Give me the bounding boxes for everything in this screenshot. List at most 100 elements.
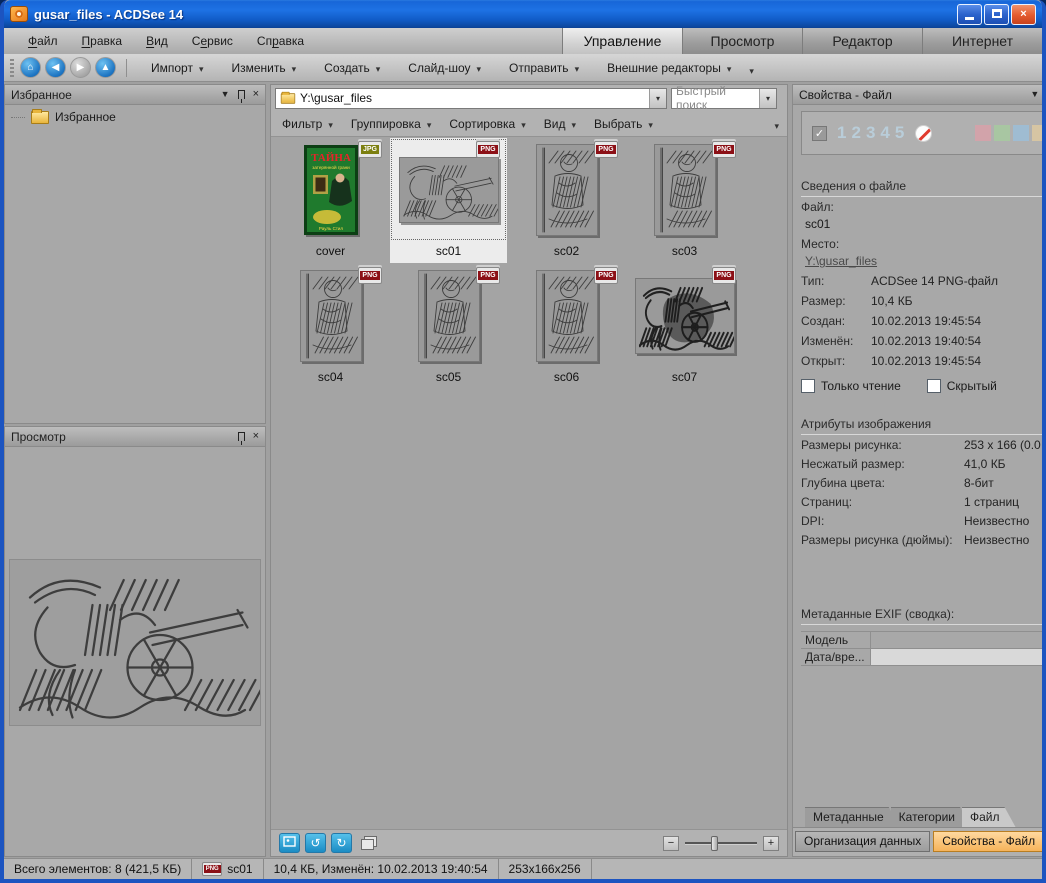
rotate-left-icon[interactable]: ↺ (305, 833, 326, 853)
toolbar-dropdown-Внешние редакторы[interactable]: Внешние редакторы (593, 57, 745, 79)
path-dropdown-icon[interactable]: ▾ (649, 89, 666, 108)
png-format-badge-icon: PNG (358, 267, 382, 284)
checkbox-box[interactable] (927, 379, 941, 393)
toolbar-dropdown-Слайд-шоу[interactable]: Слайд-шоу (394, 57, 495, 79)
filter-dropdown-Фильтр[interactable]: Фильтр (273, 113, 342, 135)
filter-dropdown-Выбрать[interactable]: Выбрать (585, 113, 662, 135)
thumbnail-image: ТАЙНА затерянной грани Рауль Стил (304, 145, 358, 235)
thumbnail-sc05[interactable]: PNG sc05 (390, 264, 507, 389)
file-info-field: Файл:sc01 (801, 197, 1046, 234)
preview-image[interactable] (9, 559, 261, 726)
maximize-button[interactable] (984, 4, 1009, 25)
thumbnail-sc01[interactable]: PNG sc01 (390, 138, 507, 263)
filter-dropdown-Группировка[interactable]: Группировка (342, 113, 441, 135)
copy-icon[interactable] (361, 836, 377, 850)
rating-digit-3[interactable]: 3 (866, 123, 876, 143)
toolbar-grip-handle[interactable] (10, 59, 14, 77)
properties-tab-Категории[interactable]: Категории (891, 807, 971, 827)
rating-digit-5[interactable]: 5 (895, 123, 905, 143)
image-attr-field: DPI:Неизвестно (801, 511, 1046, 530)
rotate-right-icon[interactable]: ↻ (331, 833, 352, 853)
pin-icon[interactable] (238, 432, 245, 441)
mode-tab-Интернет[interactable]: Интернет (922, 28, 1042, 54)
checkbox-Скрытый[interactable]: Скрытый (927, 379, 997, 393)
properties-tab-Файл[interactable]: Файл (962, 807, 1016, 827)
zoom-in-button[interactable]: + (763, 836, 779, 851)
acdsee-window: gusar_files - ACDSee 14 × ФайлПравкаВидС… (0, 0, 1046, 883)
close-panel-icon[interactable]: × (253, 89, 259, 100)
png-format-badge-icon: PNG (712, 141, 736, 158)
no-rating-icon[interactable] (915, 125, 932, 142)
thumbnail-sc04[interactable]: PNG sc04 (272, 264, 389, 389)
forward-icon[interactable]: ▶ (70, 57, 91, 78)
menu-item-Справка[interactable]: Справка (247, 31, 314, 51)
toolbar-overflow-icon[interactable]: ▾ (749, 58, 758, 77)
menu-item-Файл[interactable]: Файл (18, 31, 68, 51)
filter-dropdown-Вид[interactable]: Вид (535, 113, 585, 135)
panel-menu-icon[interactable]: ▼ (221, 90, 230, 99)
thumbnail-sc03[interactable]: PNG sc03 (626, 138, 743, 263)
quick-search-input[interactable]: Быстрый поиск ▾ (671, 88, 777, 109)
file-location-link[interactable]: Y:\gusar_files (801, 251, 1046, 268)
minimize-button[interactable] (957, 4, 982, 25)
rating-digit-2[interactable]: 2 (851, 123, 861, 143)
folder-icon (281, 93, 295, 103)
rating-digit-4[interactable]: 4 (880, 123, 890, 143)
title-bar[interactable]: gusar_files - ACDSee 14 × (4, 0, 1042, 28)
thumbnail-name: sc02 (508, 241, 625, 263)
menu-items: ФайлПравкаВидСервисСправка (4, 28, 314, 54)
properties-tabs: МетаданныеКатегорииФайл (801, 807, 1046, 827)
panel-menu-icon[interactable]: ▼ (1030, 90, 1039, 99)
path-combo[interactable]: Y:\gusar_files ▾ (275, 88, 667, 109)
delete-image-icon[interactable] (279, 833, 300, 853)
panel-button-Организация данных[interactable]: Организация данных (795, 831, 930, 852)
color-label-swatch-4[interactable] (1032, 125, 1046, 141)
close-panel-icon[interactable]: × (253, 431, 259, 442)
color-label-swatch-2[interactable] (994, 125, 1010, 141)
color-label-swatch-1[interactable] (975, 125, 991, 141)
slider-thumb[interactable] (711, 836, 718, 851)
exif-table: МодельДата/вре... (801, 631, 1046, 666)
current-path: Y:\gusar_files (300, 91, 649, 105)
toolbar-dropdown-Изменить[interactable]: Изменить (217, 57, 310, 79)
zoom-out-button[interactable]: − (663, 836, 679, 851)
tag-checkbox[interactable]: ✓ (812, 126, 827, 141)
thumbnail-image (635, 278, 735, 354)
home-icon[interactable]: ⌂ (20, 57, 41, 78)
mode-tab-Просмотр[interactable]: Просмотр (682, 28, 802, 54)
menu-item-Сервис[interactable]: Сервис (182, 31, 243, 51)
mode-tab-Управление[interactable]: Управление (562, 28, 682, 54)
thumbnail-sc06[interactable]: PNG sc06 (508, 264, 625, 389)
up-icon[interactable]: ▲ (95, 57, 116, 78)
checkbox-Только чтение[interactable]: Только чтение (801, 379, 901, 393)
toolbar-dropdown-Создать[interactable]: Создать (310, 57, 394, 79)
menu-item-Вид[interactable]: Вид (136, 31, 178, 51)
color-label-swatch-3[interactable] (1013, 125, 1029, 141)
filter-dropdown-Сортировка[interactable]: Сортировка (440, 113, 534, 135)
close-button[interactable]: × (1011, 4, 1036, 25)
menu-item-Правка[interactable]: Правка (72, 31, 133, 51)
thumbnail-sc02[interactable]: PNG sc02 (508, 138, 625, 263)
panel-button-Свойства - Файл[interactable]: Свойства - Файл (933, 831, 1044, 852)
image-attrs-heading: Атрибуты изображения (801, 417, 1046, 435)
rating-digit-1[interactable]: 1 (837, 123, 847, 143)
pin-icon[interactable] (238, 90, 245, 99)
toolbar-dropdown-Импорт[interactable]: Импорт (137, 57, 217, 79)
properties-tab-Метаданные[interactable]: Метаданные (805, 807, 900, 827)
favorites-tree-item[interactable]: Избранное (5, 105, 265, 124)
thumbnail-image (300, 270, 362, 362)
png-format-badge-icon: PNG (594, 267, 618, 284)
thumbnail-size-slider[interactable] (685, 842, 757, 845)
toolbar-dropdown-Отправить[interactable]: Отправить (495, 57, 593, 79)
filterbar-overflow-icon[interactable]: ▾ (774, 115, 785, 132)
search-dropdown-icon[interactable]: ▾ (759, 89, 776, 108)
checkbox-box[interactable] (801, 379, 815, 393)
thumbnail-cover[interactable]: JPG ТАЙНА затерянной грани Рауль Стилcov… (272, 138, 389, 263)
thumbnail-image (654, 144, 716, 236)
preview-panel: Просмотр × (4, 426, 266, 857)
mode-tab-Редактор[interactable]: Редактор (802, 28, 922, 54)
back-icon[interactable]: ◀ (45, 57, 66, 78)
thumbnail-sc07[interactable]: PNG sc07 (626, 264, 743, 389)
menu-bar: ФайлПравкаВидСервисСправка УправлениеПро… (4, 28, 1042, 54)
image-attr-field: Размеры рисунка:253 x 166 (0.0 МП) (801, 435, 1046, 454)
